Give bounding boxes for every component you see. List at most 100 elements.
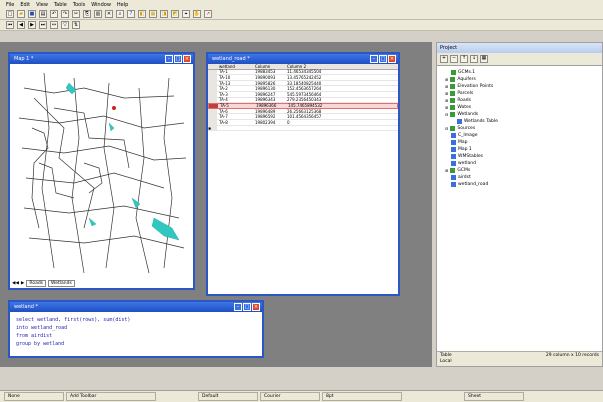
cell: 26.25663125368 <box>287 108 322 114</box>
map-icon[interactable]: ◧ <box>138 10 146 18</box>
zoom-icon[interactable]: ⌖ <box>182 10 190 18</box>
menu-tools[interactable]: Tools <box>73 2 85 8</box>
status-style[interactable]: None <box>4 392 64 401</box>
tree-item[interactable]: ⊟ Sources <box>445 125 602 132</box>
tree-item[interactable]: Map <box>445 139 602 146</box>
menu-file[interactable]: File <box>6 2 14 8</box>
menu-window[interactable]: Window <box>91 2 111 8</box>
menu-table[interactable]: Table <box>54 2 67 8</box>
tree-item[interactable]: C_Image <box>445 132 602 139</box>
pan-icon[interactable]: ✋ <box>193 10 201 18</box>
save-icon[interactable]: ■ <box>28 10 36 18</box>
column-header[interactable]: Column <box>255 64 287 69</box>
last-record-icon[interactable]: ⏭ <box>39 21 47 29</box>
tree-item[interactable]: ⊞ Aquifers <box>445 76 602 83</box>
undo-icon[interactable]: ↶ <box>50 10 58 18</box>
sql-editor[interactable]: select wetland, first(rows), sum(dist) i… <box>10 312 262 356</box>
sql-line: select wetland, first(rows), sum(dist) <box>16 317 131 323</box>
redo-icon[interactable]: ↷ <box>61 10 69 18</box>
tree-item[interactable]: Map 1 <box>445 146 602 153</box>
up-icon[interactable]: ↑ <box>460 54 468 63</box>
table-icon <box>451 182 456 187</box>
status-bar: None Add Toolbar Default Courier 8pt She… <box>0 390 603 402</box>
status-size[interactable]: 8pt <box>322 392 402 401</box>
tab-wetlands[interactable]: Wetlands <box>48 280 75 287</box>
tree-item[interactable]: airdst <box>445 174 602 181</box>
map-window-titlebar[interactable]: Map 1 * – □ × <box>10 54 193 64</box>
move-icon[interactable]: ↔ <box>50 21 58 29</box>
cell: 279.2356450343 <box>287 97 322 103</box>
next-record-icon[interactable]: ▶ <box>28 21 36 29</box>
tree-item[interactable]: Wetlands Table <box>445 118 602 125</box>
tree-item[interactable]: ⊟ Wetlands <box>445 111 602 118</box>
delete-icon[interactable]: ✕ <box>105 10 113 18</box>
status-font[interactable]: Courier <box>260 392 320 401</box>
tab-roads[interactable]: Roads <box>26 280 47 287</box>
nav-first-icon[interactable]: ◀◀ <box>12 281 19 286</box>
print-icon[interactable]: ▤ <box>39 10 47 18</box>
tree-item[interactable]: WMStables <box>445 153 602 160</box>
prev-record-icon[interactable]: ◀ <box>17 21 25 29</box>
view-icon[interactable]: ▦ <box>480 54 488 63</box>
paste-icon[interactable]: ▥ <box>94 10 102 18</box>
cell: 545.5973456464 <box>287 91 322 97</box>
close-icon[interactable]: × <box>388 55 396 63</box>
tree-item[interactable]: ⊞ Wates <box>445 104 602 111</box>
column-header[interactable]: wetland <box>217 64 255 69</box>
project-tree[interactable]: GCMs.1 ⊞ Aquifers ⊞ Elevation Points ⊞ Parc… <box>437 65 602 365</box>
find-icon[interactable]: ⌕ <box>116 10 124 18</box>
cell: TA-1 <box>219 69 228 75</box>
table-window-titlebar[interactable]: wetland_road * – □ × <box>208 54 398 64</box>
sql-window-titlebar[interactable]: wetland * – □ × <box>10 302 262 312</box>
open-icon[interactable]: ▰ <box>17 10 25 18</box>
table-icon <box>457 119 462 124</box>
map-canvas[interactable] <box>14 68 189 276</box>
minimize-icon[interactable]: – <box>165 55 173 63</box>
new-icon[interactable]: □ <box>6 10 14 18</box>
cut-icon[interactable]: ✂ <box>72 10 80 18</box>
sort-icon[interactable]: ⇅ <box>72 21 80 29</box>
layout-icon[interactable]: ◨ <box>160 10 168 18</box>
minimize-icon[interactable]: – <box>234 303 242 311</box>
tree-item[interactable]: wetland_road <box>445 181 602 188</box>
layer-icon <box>450 105 456 110</box>
cell: 19896592 <box>255 114 276 120</box>
cell: 19896489 <box>255 108 276 114</box>
info-icon[interactable]: ↗ <box>204 10 212 18</box>
menu-view[interactable]: View <box>36 2 48 8</box>
status-default[interactable]: Default <box>198 392 258 401</box>
first-record-icon[interactable]: ⏮ <box>6 21 14 29</box>
table-window[interactable]: wetland_road * – □ × wetland Column Colu… <box>206 52 400 296</box>
new-row[interactable]: ✱ <box>208 125 398 132</box>
copy-icon[interactable]: ⎘ <box>83 10 91 18</box>
tree-item[interactable]: GCMs.1 <box>445 69 602 76</box>
sql-window[interactable]: wetland * – □ × select wetland, first(ro… <box>8 300 264 358</box>
map-window[interactable]: Map 1 * – □ × ◀◀ ▶ Roads Wetlands <box>8 52 195 290</box>
column-header[interactable]: Column 2 <box>287 64 347 69</box>
filter-icon[interactable]: ▽ <box>61 21 69 29</box>
status-toolbar[interactable]: Add Toolbar <box>66 392 156 401</box>
close-icon[interactable]: × <box>252 303 260 311</box>
data-grid[interactable]: wetland Column Column 2 TA-1 19883453 11.4… <box>208 64 398 294</box>
maximize-icon[interactable]: □ <box>243 303 251 311</box>
close-icon[interactable]: × <box>183 55 191 63</box>
tree-item[interactable]: ⊞ Parcels <box>445 90 602 97</box>
tree-item[interactable]: wetland <box>445 160 602 167</box>
chart-icon[interactable]: ▦ <box>149 10 157 18</box>
help-icon[interactable]: ? <box>127 10 135 18</box>
down-icon[interactable]: ↓ <box>470 54 478 63</box>
tree-item[interactable]: ⊞ Roads <box>445 97 602 104</box>
maximize-icon[interactable]: □ <box>174 55 182 63</box>
minimize-icon[interactable]: – <box>370 55 378 63</box>
project-toolbar: + − ↑ ↓ ▦ <box>437 53 602 64</box>
remove-icon[interactable]: − <box>450 54 458 63</box>
menu-help[interactable]: Help <box>117 2 128 8</box>
nav-next-icon[interactable]: ▶ <box>21 281 24 286</box>
maximize-icon[interactable]: □ <box>379 55 387 63</box>
select-icon[interactable]: ◩ <box>171 10 179 18</box>
menu-edit[interactable]: Edit <box>20 2 30 8</box>
tree-item[interactable]: ⊞ GCMs <box>445 167 602 174</box>
add-icon[interactable]: + <box>440 54 448 63</box>
tree-item[interactable]: ⊞ Elevation Points <box>445 83 602 90</box>
status-sheet[interactable]: Sheet <box>464 392 524 401</box>
